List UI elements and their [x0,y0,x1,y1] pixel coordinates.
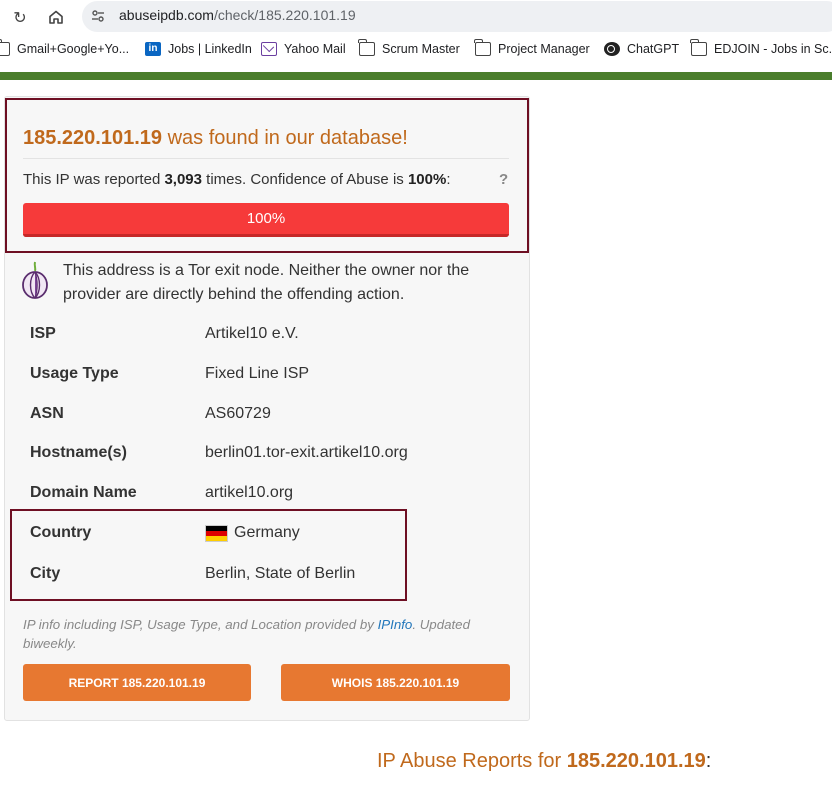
abuse-reports-heading: IP Abuse Reports for 185.220.101.19: [377,750,711,773]
detail-value: AS60729 [205,405,271,422]
report-middle: times. Confidence of Abuse is [202,171,408,188]
found-suffix: was found in our database! [162,127,408,149]
report-ip-button[interactable]: REPORT 185.220.101.19 [23,664,251,701]
ipinfo-link[interactable]: IPInfo [378,617,413,632]
bookmark-label: Scrum Master [382,42,460,56]
folder-icon [474,39,491,56]
found-ip: 185.220.101.19 [23,127,163,149]
bookmark-label: Gmail+Google+Yo... [17,42,130,56]
divider [23,158,509,159]
detail-key: Domain Name [30,484,137,501]
report-prefix: This IP was reported [23,171,165,188]
detail-key: Hostname(s) [30,444,127,461]
found-heading: 185.220.101.19 was found in our database… [23,127,408,150]
bookmark-label: Yahoo Mail [284,42,346,56]
reports-heading-ip: 185.220.101.19 [566,750,706,772]
bookmark-gmail[interactable]: Gmail+Google+Yo... [0,39,130,56]
reload-icon[interactable]: ↻ [9,6,31,28]
reports-heading-prefix: IP Abuse Reports for [377,750,567,772]
chatgpt-icon [604,42,620,56]
site-info-icon[interactable] [89,7,107,25]
url-text[interactable]: abuseipdb.com/check/185.220.101.19 [119,7,356,23]
detail-key: ASN [30,405,64,422]
detail-key: Usage Type [30,365,119,382]
detail-key: ISP [30,325,56,342]
folder-icon [690,39,707,56]
url-path: /check/185.220.101.19 [213,7,356,23]
bookmark-label: ChatGPT [627,42,680,56]
linkedin-icon: in [145,42,161,56]
bookmark-yahoo-mail[interactable]: Yahoo Mail [261,42,346,56]
url-host: abuseipdb.com [119,7,214,23]
bookmark-chatgpt[interactable]: ChatGPT [604,42,679,56]
bookmark-label: Project Manager [498,42,590,56]
mail-icon [261,42,277,56]
confidence-progress-bar: 100% [23,203,509,237]
note-prefix: IP info including ISP, Usage Type, and L… [23,617,378,632]
folder-icon [0,39,10,56]
bookmark-label: Jobs | LinkedIn [168,42,252,56]
reports-heading-suffix: : [705,750,712,772]
detail-row-asn: ASN AS60729 [30,405,510,429]
bookmark-linkedin[interactable]: in Jobs | LinkedIn [145,42,252,56]
bookmarks-bar: Gmail+Google+Yo... in Jobs | LinkedIn Ya… [0,38,832,66]
confidence-progress-fill: 100% [23,203,509,237]
highlight-box-location [10,509,407,601]
help-icon[interactable]: ? [499,171,508,188]
bookmark-scrum-master[interactable]: Scrum Master [358,39,460,56]
bookmark-edjoin[interactable]: EDJOIN - Jobs in Sc... [690,39,832,56]
report-summary: This IP was reported 3,093 times. Confid… [23,171,451,188]
detail-value: Fixed Line ISP [205,365,310,382]
home-icon[interactable] [45,6,67,28]
confidence-value: 100% [407,171,447,188]
folder-icon [358,39,375,56]
site-header-bar [0,72,832,80]
detail-row-domain-name: Domain Name artikel10.org [30,484,510,508]
tor-exit-node-notice: This address is a Tor exit node. Neither… [63,262,470,303]
report-suffix: : [446,171,451,188]
tor-onion-icon [22,261,48,299]
detail-row-isp: ISP Artikel10 e.V. [30,325,510,349]
whois-button[interactable]: WHOIS 185.220.101.19 [281,664,510,701]
bookmark-label: EDJOIN - Jobs in Sc... [714,42,832,56]
detail-value: Artikel10 e.V. [205,325,299,342]
detail-row-hostnames: Hostname(s) berlin01.tor-exit.artikel10.… [30,444,510,468]
report-count: 3,093 [164,171,202,188]
detail-value: artikel10.org [205,484,294,501]
ipinfo-note: IP info including ISP, Usage Type, and L… [23,615,503,653]
detail-row-usage-type: Usage Type Fixed Line ISP [30,365,510,389]
bookmark-project-manager[interactable]: Project Manager [474,39,590,56]
browser-toolbar: ↻ abuseipdb.com/check/185.220.101.19 [0,0,832,34]
detail-value: berlin01.tor-exit.artikel10.org [205,444,408,461]
